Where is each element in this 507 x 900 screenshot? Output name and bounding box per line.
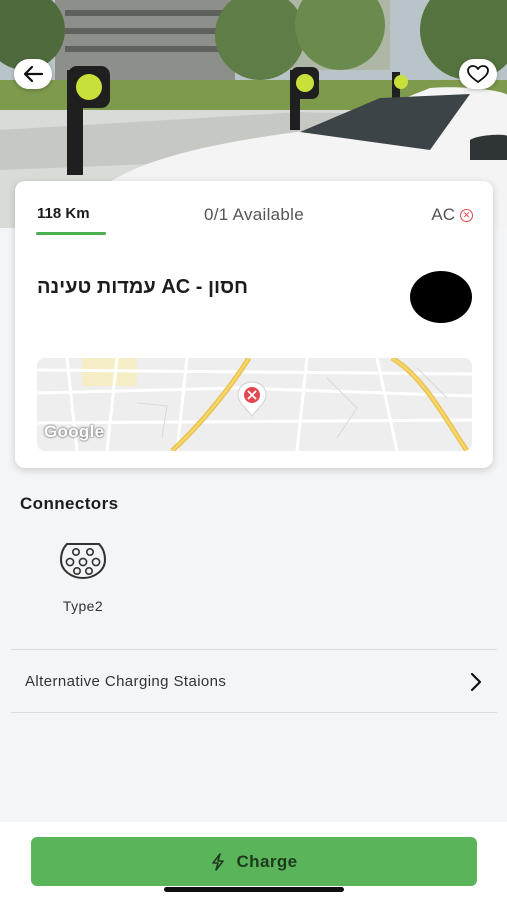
connector-item[interactable]: Type2 xyxy=(52,540,114,614)
divider xyxy=(11,712,497,713)
type2-plug-icon xyxy=(59,543,107,580)
heart-icon xyxy=(467,64,489,83)
distance-underline xyxy=(36,232,106,235)
alternative-stations-row[interactable]: Alternative Charging Staions xyxy=(11,651,497,712)
availability-label: 0/1 Available xyxy=(204,205,304,224)
charge-button-label: Charge xyxy=(236,851,298,871)
chevron-right-icon xyxy=(470,672,482,691)
bottom-action-bar: Charge xyxy=(0,822,507,900)
station-name: חסון - AC עמדות טעינה xyxy=(37,276,249,298)
map-pin-icon xyxy=(235,380,269,418)
map-watermark: Google xyxy=(44,422,105,441)
connectors-title: Connectors xyxy=(20,494,119,513)
back-button[interactable] xyxy=(14,59,52,89)
home-indicator xyxy=(164,887,344,892)
alternative-stations-label: Alternative Charging Staions xyxy=(25,673,227,690)
charge-button[interactable]: Charge xyxy=(31,837,477,886)
connector-label: Type2 xyxy=(62,598,104,614)
station-summary: 118 Km 0/1 Available AC ✕ xyxy=(15,181,493,237)
operator-logo xyxy=(410,271,472,323)
divider xyxy=(11,649,497,650)
station-card: 118 Km 0/1 Available AC ✕ חסון - AC עמדו… xyxy=(15,181,493,468)
lightning-icon xyxy=(211,852,224,871)
current-type-label: AC xyxy=(431,205,455,224)
station-map[interactable]: Google xyxy=(37,358,472,451)
current-type-tag: AC ✕ xyxy=(431,205,473,225)
close-circle-icon: ✕ xyxy=(460,208,473,222)
favorite-button[interactable] xyxy=(459,59,497,89)
arrow-left-icon xyxy=(23,65,44,83)
